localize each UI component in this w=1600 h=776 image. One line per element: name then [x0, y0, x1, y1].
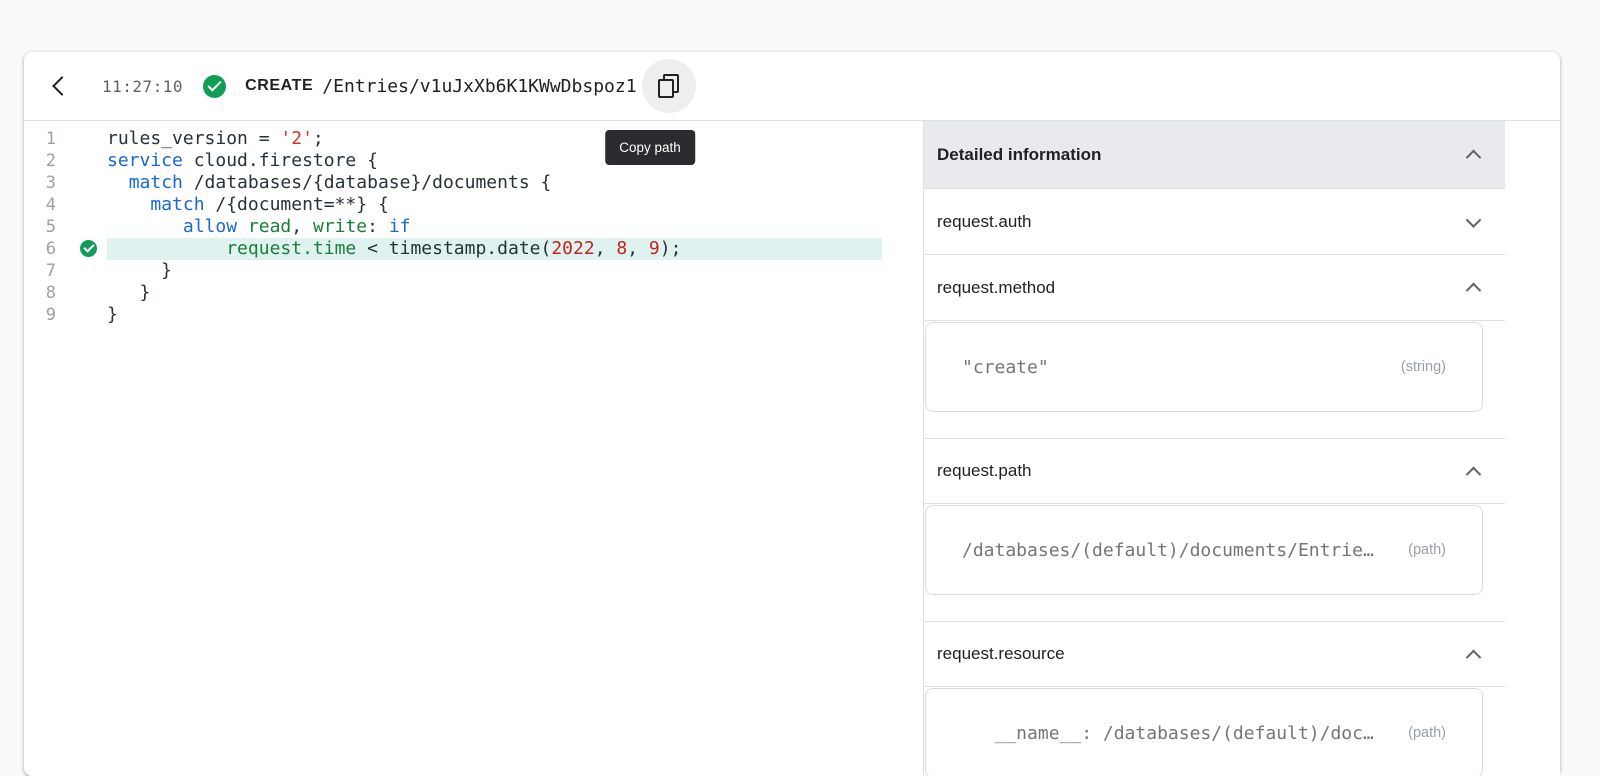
- code-text: }: [107, 260, 172, 282]
- section-label: request.path: [937, 461, 1032, 481]
- chevron-up-icon: [1466, 649, 1482, 665]
- line-gutter: 7: [24, 260, 107, 282]
- section-value: "create": [962, 357, 1049, 378]
- section-label: request.resource: [937, 644, 1065, 664]
- copy-icon: [658, 74, 679, 98]
- line-number: 5: [24, 216, 56, 238]
- line-number: 9: [24, 304, 56, 326]
- value-type-label: (string): [1401, 359, 1446, 375]
- code-text: }: [107, 282, 150, 304]
- section-label: request.auth: [937, 212, 1032, 232]
- section-row-request.auth[interactable]: request.auth: [924, 189, 1505, 255]
- rules-code-editor[interactable]: 1 rules_version = '2'; 2 service cloud.fire…: [24, 121, 923, 776]
- line-gutter: 1: [24, 128, 107, 150]
- line-number: 2: [24, 150, 56, 172]
- code-text: match /databases/{database}/documents {: [107, 172, 551, 194]
- panel-title: Detailed information: [937, 145, 1101, 165]
- line-number: 4: [24, 194, 56, 216]
- code-line-9[interactable]: 9}: [24, 304, 923, 326]
- panel-sections: request.auth request.method "create" (strin…: [924, 189, 1505, 776]
- request-allowed-check-icon: [203, 75, 226, 98]
- code-text: }: [107, 304, 118, 326]
- line-gutter: 4: [24, 194, 107, 216]
- code-text: request.time < timestamp.date(2022, 8, 9…: [107, 238, 882, 260]
- section-label: request.method: [937, 278, 1055, 298]
- back-button[interactable]: [48, 74, 72, 98]
- code-lines: 1 rules_version = '2'; 2 service cloud.fire…: [24, 128, 923, 326]
- code-line-4[interactable]: 4 match /{document=**} {: [24, 194, 923, 216]
- code-line-1[interactable]: 1 rules_version = '2';: [24, 128, 923, 150]
- section-value-card: "create" (string): [925, 322, 1483, 412]
- code-line-8[interactable]: 8 }: [24, 282, 923, 304]
- chevron-up-icon: [1466, 150, 1482, 166]
- line-number: 1: [24, 128, 56, 150]
- line-gutter: 5: [24, 216, 107, 238]
- request-method: CREATE: [245, 77, 313, 95]
- value-type-label: (path): [1408, 542, 1446, 558]
- chevron-down-icon: [1466, 212, 1482, 228]
- code-line-7[interactable]: 7 }: [24, 260, 923, 282]
- copy-path-button[interactable]: [642, 59, 696, 113]
- code-text: allow read, write: if: [107, 216, 411, 238]
- arrow-back-icon: [52, 76, 72, 96]
- line-gutter: 8: [24, 282, 107, 304]
- request-path: /Entries/v1uJxXb6K1KWwDbspoz1: [322, 76, 636, 97]
- value-type-label: (path): [1408, 725, 1446, 741]
- line-number: 8: [24, 282, 56, 304]
- request-timestamp: 11:27:10: [102, 77, 183, 96]
- line-gutter: 2: [24, 150, 107, 172]
- line-gutter: 3: [24, 172, 107, 194]
- copy-path-tooltip: Copy path: [605, 130, 695, 165]
- line-gutter: 9: [24, 304, 107, 326]
- section-value: /databases/(default)/documents/Entrie…: [962, 540, 1374, 561]
- code-line-6[interactable]: 6 request.time < timestamp.date(2022, 8,…: [24, 238, 923, 260]
- line-number: 7: [24, 260, 56, 282]
- line-gutter: 6: [24, 238, 107, 260]
- chevron-up-icon: [1466, 466, 1482, 482]
- section-value-card: /databases/(default)/documents/Entrie… (p…: [925, 505, 1483, 595]
- code-line-2[interactable]: 2 service cloud.firestore {: [24, 150, 923, 172]
- detailed-information-panel: Detailed information request.authrequest…: [923, 121, 1560, 776]
- content-split: 1 rules_version = '2'; 2 service cloud.fire…: [24, 121, 1560, 776]
- section-value: __name__: /databases/(default)/doc…: [962, 723, 1374, 744]
- code-text: match /{document=**} {: [107, 194, 389, 216]
- code-line-3[interactable]: 3 match /databases/{database}/documents …: [24, 172, 923, 194]
- section-row-request.path[interactable]: request.path: [924, 438, 1505, 504]
- line-allowed-check-icon: [80, 240, 97, 257]
- chevron-up-icon: [1466, 283, 1482, 299]
- line-number: 3: [24, 172, 56, 194]
- section-row-request.method[interactable]: request.method: [924, 255, 1505, 321]
- detailed-information-header[interactable]: Detailed information: [924, 121, 1505, 189]
- code-text: rules_version = '2';: [107, 128, 324, 150]
- code-text: service cloud.firestore {: [107, 150, 378, 172]
- code-line-5[interactable]: 5 allow read, write: if: [24, 216, 923, 238]
- section-row-request.resource[interactable]: request.resource: [924, 621, 1505, 687]
- rules-evaluation-card: 11:27:10 CREATE /Entries/v1uJxXb6K1KWwDb…: [24, 52, 1560, 776]
- line-number: 6: [24, 238, 56, 260]
- request-header: 11:27:10 CREATE /Entries/v1uJxXb6K1KWwDb…: [24, 52, 1560, 121]
- section-value-card: __name__: /databases/(default)/doc… (path…: [925, 688, 1483, 776]
